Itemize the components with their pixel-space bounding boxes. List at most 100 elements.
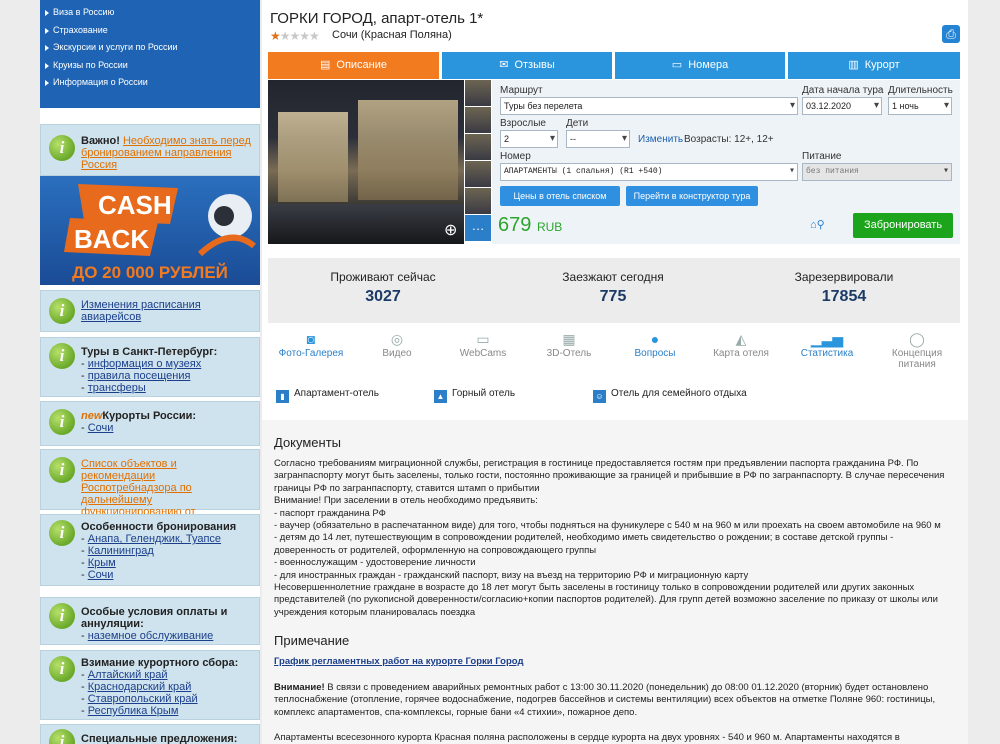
info-icon: i xyxy=(49,298,75,324)
fee-stavropol-link[interactable]: Ставропольский край xyxy=(88,693,198,705)
price-amount: 679 xyxy=(498,214,532,236)
hotel-location: Сочи (Красная Поляна) xyxy=(332,29,452,41)
spb-rules-link[interactable]: правила посещения xyxy=(88,370,191,382)
booking-crimea-link[interactable]: Крым xyxy=(88,557,116,569)
route-select[interactable]: Туры без перелета xyxy=(500,97,798,115)
resorts-sochi-link[interactable]: Сочи xyxy=(88,422,114,434)
feature-3d-hotel[interactable]: ▦ 3D-Отель xyxy=(526,330,612,359)
info-icon: i xyxy=(49,343,75,369)
fee-altai-link[interactable]: Алтайский край xyxy=(88,669,168,681)
hotel-stats: Проживают сейчас 3027 Заезжают сегодня 775… xyxy=(268,258,960,323)
building-icon: ▮ xyxy=(276,390,289,403)
feature-photo-gallery[interactable]: ◙ Фото-Галерея xyxy=(268,330,354,359)
nav-excursions[interactable]: Экскурсии и услуги по России xyxy=(40,39,260,57)
nav-cruises[interactable]: Круизы по России xyxy=(40,57,260,75)
thumbnail[interactable] xyxy=(465,188,491,214)
booking-kaliningrad-link[interactable]: Калининград xyxy=(88,545,154,557)
amenity-family: ☺ Отель для семейного отдыха xyxy=(593,388,747,403)
route-label: Маршрут xyxy=(500,85,543,96)
tab-resort[interactable]: ▥ Курорт xyxy=(788,52,960,79)
meal-select[interactable]: без питания xyxy=(802,163,952,181)
thumbnail[interactable] xyxy=(465,161,491,187)
stat-living-now: Проживают сейчас 3027 xyxy=(330,270,436,305)
change-link[interactable]: Изменить xyxy=(638,134,683,145)
tab-rooms[interactable]: ▭ Номера xyxy=(615,52,785,79)
star-rating: ★★★★★ xyxy=(270,29,320,43)
photo-thumbnails: … xyxy=(465,80,491,242)
fee-crimea-link[interactable]: Республика Крым xyxy=(88,705,179,717)
amenity-apartment: ▮ Апартамент-отель xyxy=(276,388,379,403)
prices-list-button[interactable]: Цены в отель списком xyxy=(500,186,620,206)
feature-meal-concept[interactable]: ◯ Концепция питания xyxy=(872,330,962,370)
children-select[interactable]: -- xyxy=(566,130,630,148)
fee-box: i Взимание курортного сбора: - Алтайский… xyxy=(40,650,260,720)
fee-krasnodar-link[interactable]: Краснодарский край xyxy=(88,681,192,693)
booking-title: Особенности бронирования xyxy=(81,521,237,533)
thumbnail[interactable] xyxy=(465,134,491,160)
info-icon: i xyxy=(49,656,75,682)
film-icon: ◎ xyxy=(390,331,404,347)
cashback-banner[interactable]: CASH BACK ДО 20 000 РУБЛЕЙ xyxy=(40,176,260,285)
banner-line2: BACK xyxy=(74,224,149,254)
left-nav: Виза в Россию Страхование Экскурсии и ус… xyxy=(40,0,260,108)
apartments-description: Апартаменты всесезонного курорта Красная… xyxy=(274,732,900,743)
date-label: Дата начала тура xyxy=(802,85,884,96)
thumbnail[interactable] xyxy=(465,107,491,133)
room-select[interactable]: АПАРТАМЕНТЫ (1 спальня) (R1 +540) xyxy=(500,163,798,181)
more-photos-button[interactable]: … xyxy=(465,215,491,241)
print-icon[interactable]: ⎙ xyxy=(942,25,960,43)
feature-webcams[interactable]: ▭ WebCams xyxy=(440,330,526,359)
feature-video[interactable]: ◎ Видео xyxy=(354,330,440,359)
feature-statistics[interactable]: ▁▃▅ Статистика xyxy=(784,330,870,359)
spb-transfers-link[interactable]: трансферы xyxy=(88,382,146,394)
adults-select[interactable]: 2 xyxy=(500,130,558,148)
documents-section: Документы Согласно требованиям миграцион… xyxy=(262,420,968,744)
feature-questions[interactable]: ● Вопросы xyxy=(612,330,698,359)
attention-text: Внимание! В связи с проведением аварийны… xyxy=(274,682,936,718)
schedule-works-link[interactable]: График регламентных работ на курорте Гор… xyxy=(274,656,958,668)
webcam-icon: ▭ xyxy=(476,331,490,347)
banner-line1: CASH xyxy=(98,190,172,220)
nav-info[interactable]: Информация о России xyxy=(40,74,260,92)
amenity-mountain: ▲ Горный отель xyxy=(434,388,515,403)
duration-select[interactable]: 1 ночь xyxy=(888,97,952,115)
hotel-photo[interactable]: ⊕ xyxy=(268,80,464,244)
date-input[interactable]: 03.12.2020 xyxy=(802,97,882,115)
hotel-tabs: ▤ Описание ✉ Отзывы ▭ Номера ▥ Курорт xyxy=(268,52,960,79)
question-icon: ● xyxy=(650,331,660,347)
chart-icon: ▁▃▅ xyxy=(810,331,844,347)
hotel-title: ГОРКИ ГОРОД, апарт-отель 1* xyxy=(270,10,484,27)
left-column: Виза в Россию Страхование Экскурсии и ус… xyxy=(40,0,260,744)
important-title: Важно! xyxy=(81,135,120,147)
info-icon: i xyxy=(49,729,75,744)
tour-constructor-button[interactable]: Перейти в конструктор тура xyxy=(626,186,758,206)
tab-reviews[interactable]: ✉ Отзывы xyxy=(442,52,612,79)
resorts-title: Курорты России: xyxy=(102,410,197,422)
book-button[interactable]: Забронировать xyxy=(853,213,953,238)
hotel-pin-icon[interactable]: ⌂⚲ xyxy=(810,218,825,231)
booking-sochi-link[interactable]: Сочи xyxy=(88,569,114,581)
cube-icon: ▦ xyxy=(562,331,576,347)
zoom-icon[interactable]: ⊕ xyxy=(444,220,457,240)
star-filled: ★ xyxy=(270,29,281,43)
feature-hotel-map[interactable]: ◭ Карта отеля xyxy=(698,330,784,359)
spb-museums-link[interactable]: информация о музеях xyxy=(88,358,202,370)
docs-title: Документы xyxy=(274,435,342,450)
rospotreb-box: i Список объектов и рекомендации Роспотр… xyxy=(40,449,260,530)
booking-anapa-link[interactable]: Анапа, Геленджик, Туапсе xyxy=(88,533,221,545)
stat-reserved: Зарезервировали 17854 xyxy=(794,270,894,305)
schedule-box: i Изменения расписания авиарейсов xyxy=(40,290,260,332)
nav-insurance[interactable]: Страхование xyxy=(40,22,260,40)
bed-icon: ▭ xyxy=(671,59,683,71)
family-icon: ☺ xyxy=(593,390,606,403)
cashback-graphic: CASH BACK ДО 20 000 РУБЛЕЙ xyxy=(64,184,256,282)
price: 679 RUB xyxy=(498,214,562,237)
resorts-box: i newКурорты России: - Сочи xyxy=(40,401,260,446)
nav-visa[interactable]: Виза в Россию xyxy=(40,4,260,22)
schedule-link[interactable]: Изменения расписания авиарейсов xyxy=(81,299,201,323)
star-empty: ★★★★ xyxy=(279,29,320,43)
payment-ground-link[interactable]: наземное обслуживание xyxy=(88,630,214,642)
tab-description[interactable]: ▤ Описание xyxy=(268,52,439,79)
document-icon: ▤ xyxy=(319,59,331,71)
thumbnail[interactable] xyxy=(465,80,491,106)
